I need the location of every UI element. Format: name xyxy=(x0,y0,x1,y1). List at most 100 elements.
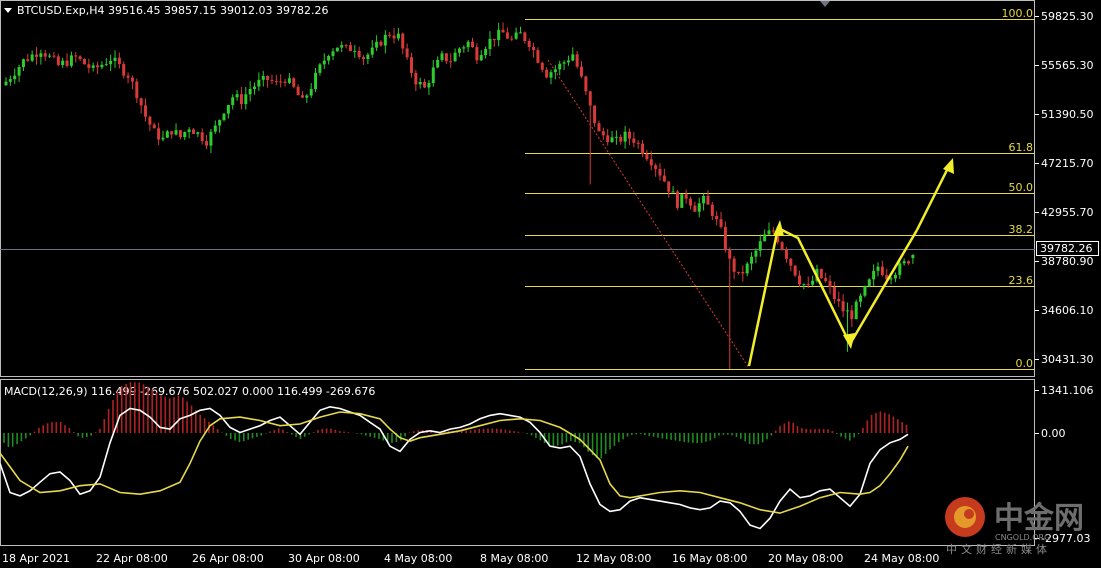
candle-body xyxy=(427,83,431,88)
candle-body xyxy=(388,34,392,36)
fibonacci-retracement[interactable]: 100.0 61.8 50.0 38.2 23.6 0.0 xyxy=(525,7,1035,370)
candle-body xyxy=(497,29,501,41)
candle-body xyxy=(601,131,605,136)
candle-body xyxy=(671,191,675,193)
candle-body xyxy=(684,194,688,199)
candle-body xyxy=(549,72,553,78)
candle-body xyxy=(261,75,265,80)
price-tick-label: 47215.70 xyxy=(1041,157,1094,170)
candle-body xyxy=(209,131,213,146)
candle-body xyxy=(244,94,248,105)
candle-body xyxy=(553,69,557,73)
candle-body xyxy=(305,95,309,98)
candle-body xyxy=(257,79,261,87)
fib-label-23-6: 23.6 xyxy=(1009,274,1034,287)
candle-body xyxy=(239,94,243,105)
candle-body xyxy=(715,215,719,220)
candle-body xyxy=(654,165,658,170)
candle-body xyxy=(109,60,113,65)
candle-body xyxy=(889,278,893,280)
candle-body xyxy=(907,261,911,264)
candle-body xyxy=(863,286,867,296)
candle-body xyxy=(893,274,897,279)
symbol-menu-triangle-icon[interactable] xyxy=(4,8,12,13)
candle-body xyxy=(719,219,723,227)
price-tick-label: 38780.90 xyxy=(1041,255,1094,268)
watermark: 中金网 CNGOLD.ORG 中文财经新媒体 xyxy=(945,497,1084,556)
candle-body xyxy=(253,86,257,90)
candle-body xyxy=(78,56,82,59)
candle-body xyxy=(122,64,126,76)
candle-body xyxy=(96,65,100,68)
candle-body xyxy=(43,53,47,57)
candle-body xyxy=(623,131,627,142)
candle-body xyxy=(728,250,732,259)
candle-body xyxy=(479,55,483,61)
candle-body xyxy=(309,89,313,96)
candle-body xyxy=(48,55,52,57)
candle-body xyxy=(614,136,618,138)
candle-body xyxy=(872,270,876,280)
candle-body xyxy=(270,79,274,82)
candle-body xyxy=(327,55,331,61)
candle-body xyxy=(632,138,636,143)
candle-body xyxy=(837,299,841,302)
candle-body xyxy=(30,54,34,61)
candle-body xyxy=(798,275,802,285)
candle-body xyxy=(510,38,514,40)
candle-body xyxy=(61,60,65,65)
candle-body xyxy=(4,81,8,86)
candle-body xyxy=(274,81,278,83)
scroll-shift-marker-icon[interactable] xyxy=(820,1,830,7)
macd-histogram xyxy=(3,382,908,459)
candle-body xyxy=(266,75,270,80)
fib-label-38-2: 38.2 xyxy=(1009,223,1034,236)
candle-body xyxy=(580,66,584,77)
candle-body xyxy=(475,47,479,61)
candle-body xyxy=(26,59,30,61)
candle-body xyxy=(205,141,209,146)
candle-body xyxy=(754,250,758,257)
fib-label-0: 0.0 xyxy=(1016,357,1034,370)
candle-body xyxy=(536,50,540,63)
candle-body xyxy=(405,48,409,58)
candle-body xyxy=(117,57,121,65)
candle-body xyxy=(187,129,191,132)
candle-body xyxy=(383,34,387,46)
candle-body xyxy=(532,47,536,51)
candle-body xyxy=(606,135,610,143)
candle-body xyxy=(292,78,296,87)
time-tick-label: 12 May 08:00 xyxy=(576,552,651,565)
trading-chart[interactable]: BTCUSD.Exp,H4 39516.45 39857.15 39012.03… xyxy=(0,0,1101,568)
candle-body xyxy=(880,266,884,276)
candle-body xyxy=(462,47,466,49)
macd-panel: MACD(12,26,9) 116.499 -269.676 502.027 0… xyxy=(0,382,1094,545)
candle-body xyxy=(379,41,383,46)
price-axis: 59825.30 55565.30 51390.50 47215.70 4295… xyxy=(1035,10,1099,366)
candle-body xyxy=(100,64,104,68)
candle-body xyxy=(867,279,871,287)
price-tick-label: 34606.10 xyxy=(1041,304,1094,317)
candle-body xyxy=(523,32,527,42)
candle-body xyxy=(104,64,108,66)
candle-body xyxy=(898,263,902,275)
symbol-info-line: BTCUSD.Exp,H4 39516.45 39857.15 39012.03… xyxy=(17,4,328,17)
candle-body xyxy=(466,41,470,48)
price-tick-label: 55565.30 xyxy=(1041,59,1094,72)
candle-body xyxy=(741,272,745,274)
candle-body xyxy=(859,295,863,302)
brand-tagline: 中文财经新媒体 xyxy=(946,542,1051,556)
candle-body xyxy=(505,32,509,39)
candle-body xyxy=(767,230,771,235)
time-tick-label: 16 May 08:00 xyxy=(672,552,747,565)
price-tick-label: 51390.50 xyxy=(1041,108,1094,121)
time-tick-label: 22 Apr 08:00 xyxy=(96,552,168,565)
candle-body xyxy=(56,56,60,65)
candle-body xyxy=(183,131,187,138)
candle-body xyxy=(540,62,544,70)
zigzag-arrows[interactable] xyxy=(747,158,954,367)
candle-body xyxy=(414,72,418,85)
time-tick-label: 4 May 08:00 xyxy=(384,552,452,565)
trend-line[interactable] xyxy=(547,59,750,369)
candle-body xyxy=(392,35,396,39)
